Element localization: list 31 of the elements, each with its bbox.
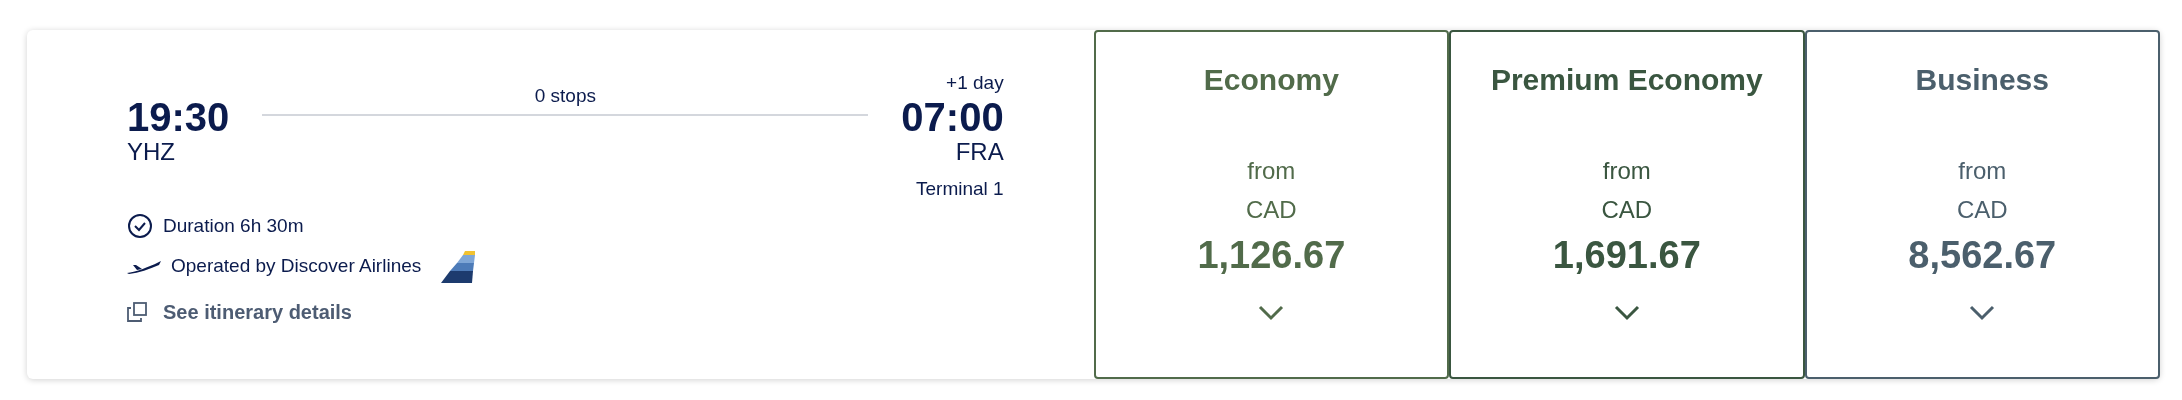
currency-label: CAD bbox=[1601, 195, 1653, 225]
departure-airport: YHZ bbox=[127, 138, 176, 166]
airplane-icon bbox=[127, 258, 161, 275]
fare-price: 1,126.67 bbox=[1197, 233, 1346, 277]
stops-label: 0 stops bbox=[534, 84, 596, 108]
price-prefix: from bbox=[1602, 156, 1651, 186]
currency-label: CAD bbox=[1246, 195, 1297, 225]
price-prefix: from bbox=[1247, 156, 1296, 186]
currency-label: CAD bbox=[1956, 195, 2008, 225]
fare-option[interactable]: Business from CAD 8,562.67 bbox=[1804, 30, 2160, 379]
chevron-down-icon bbox=[1258, 305, 1285, 321]
departure-time: 19:30 bbox=[127, 96, 230, 138]
fare-price: 1,691.67 bbox=[1552, 233, 1701, 277]
price-prefix: from bbox=[1958, 156, 2007, 186]
cabin-name: Premium Economy bbox=[1490, 62, 1763, 98]
arrival-airport: FRA bbox=[955, 138, 1004, 166]
cabin-name: Business bbox=[1915, 62, 2049, 98]
fare-option[interactable]: Economy from CAD 1,126.67 bbox=[1093, 30, 1450, 379]
windows-icon bbox=[127, 301, 147, 322]
arrival-time: 07:00 bbox=[901, 96, 1004, 138]
day-offset: +1 day bbox=[946, 71, 1004, 95]
fare-option[interactable]: Premium Economy from CAD 1,691.67 bbox=[1449, 30, 1805, 379]
itinerary-details-link[interactable]: See itinerary details bbox=[127, 296, 352, 327]
fare-price: 8,562.67 bbox=[1908, 233, 2057, 277]
duration-text: Duration 6h 30m bbox=[163, 214, 304, 238]
cabin-name: Economy bbox=[1203, 62, 1339, 98]
airline-tail-logo bbox=[441, 250, 476, 283]
chevron-down-icon bbox=[1613, 305, 1640, 321]
chevron-down-icon bbox=[1969, 305, 1996, 321]
arrival-terminal: Terminal 1 bbox=[916, 177, 1004, 201]
operator-text: Operated by Discover Airlines bbox=[171, 254, 422, 279]
